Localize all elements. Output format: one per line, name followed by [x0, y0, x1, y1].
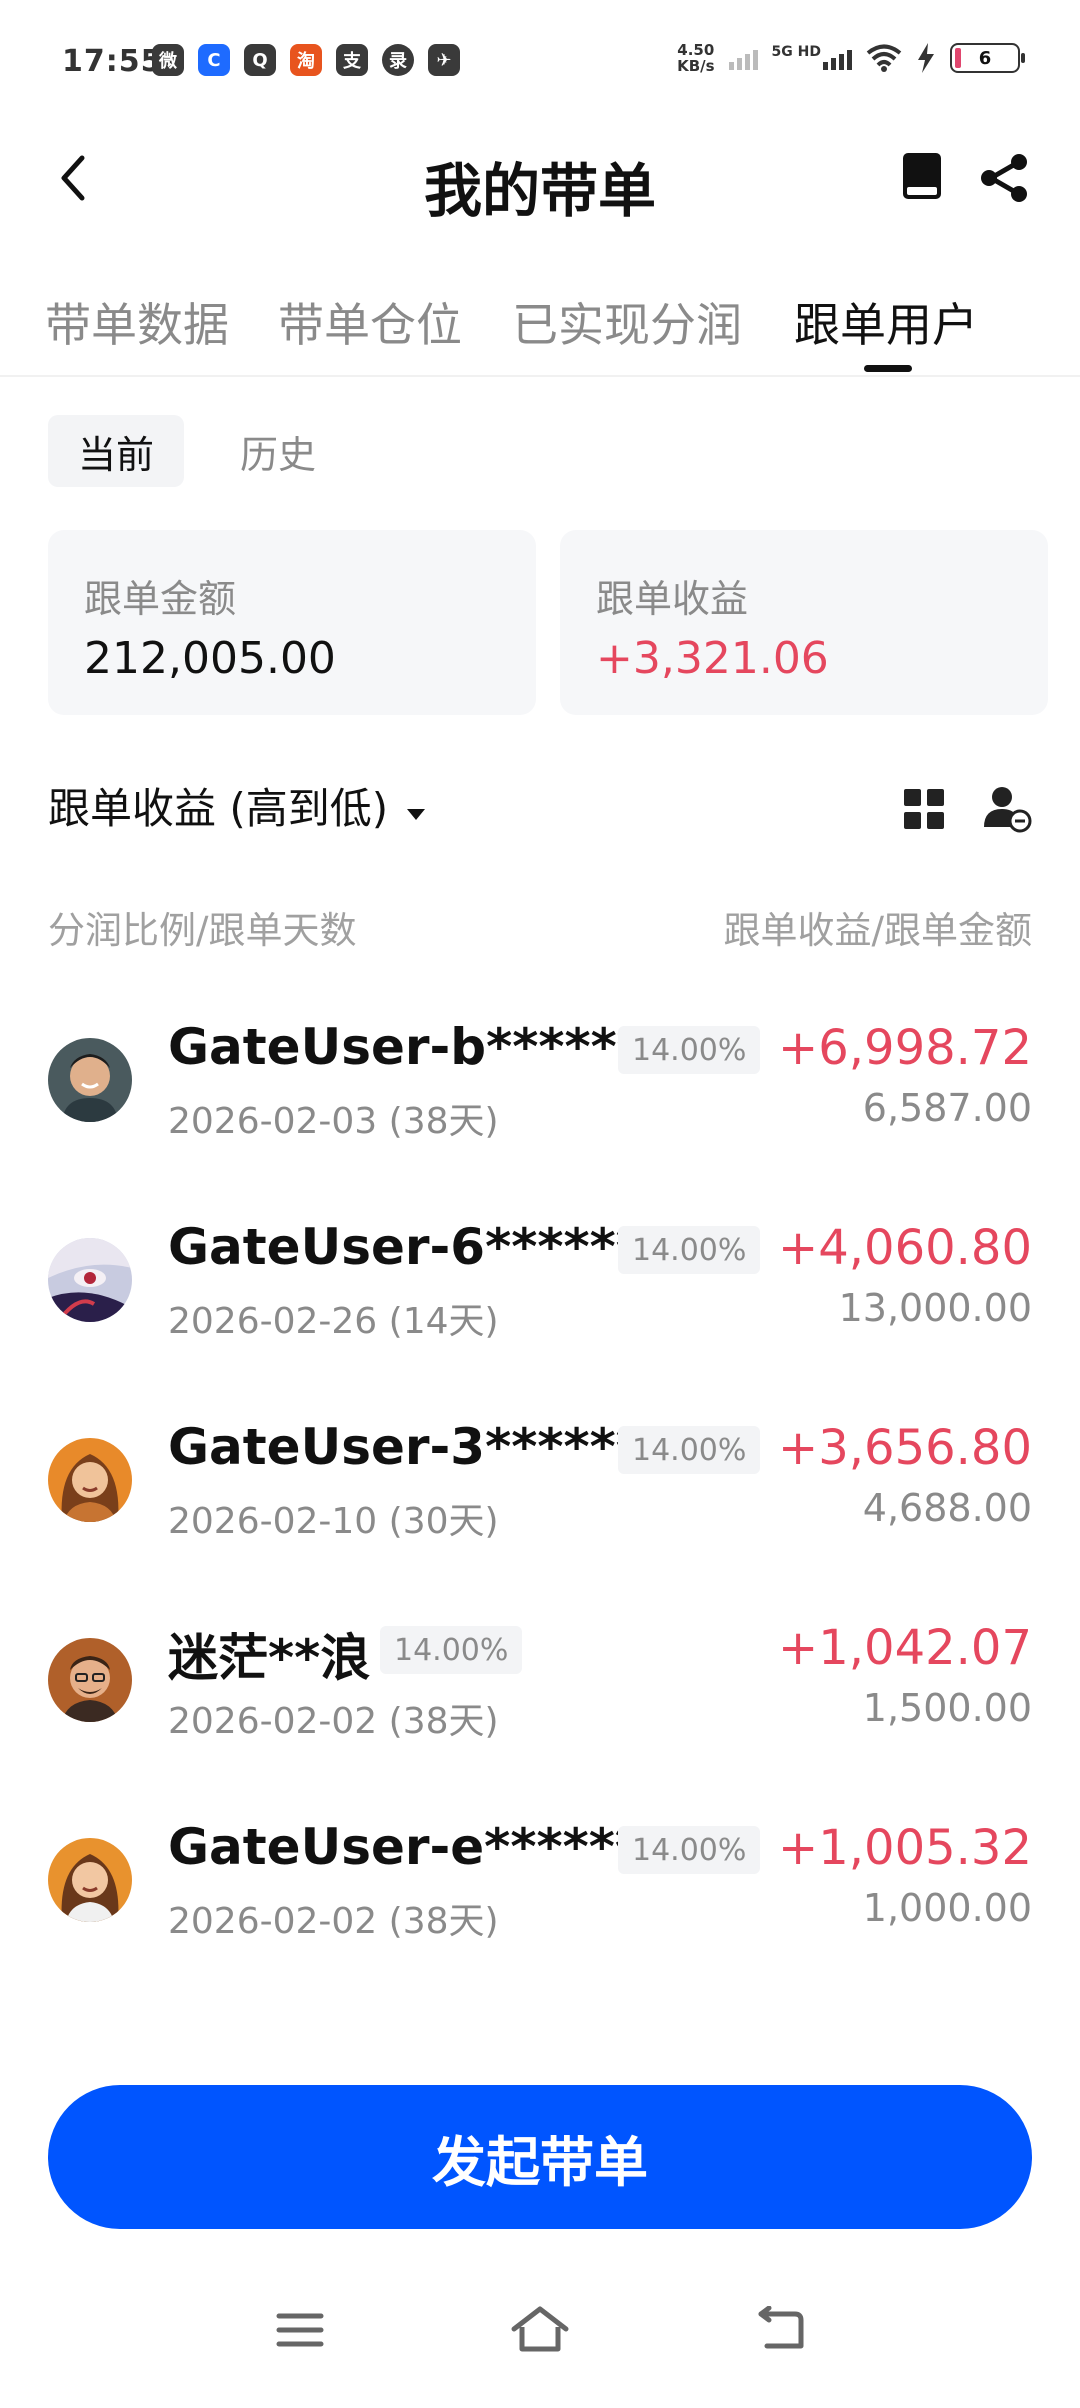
sort-label: 跟单收益 (高到低) [48, 784, 389, 833]
segment-current[interactable]: 当前 [48, 415, 185, 487]
guide-button[interactable] [894, 148, 950, 204]
profit-share-ratio-badge: 14.00% [618, 1026, 761, 1074]
follower-name: GateUser-6******e [168, 1218, 676, 1276]
sort-dropdown[interactable]: 跟单收益 (高到低) [48, 775, 426, 836]
charging-icon [918, 43, 934, 73]
follower-row[interactable]: GateUser-3******a 14.00% 2026-02-10 (30天… [0, 1410, 1080, 1610]
grid-view-button[interactable] [902, 787, 946, 831]
follower-name: GateUser-3******a [168, 1418, 676, 1476]
follow-date: 2026-02-03 (38天) [168, 1101, 499, 1142]
follow-profit-label: 跟单收益 [596, 577, 749, 621]
status-bar: 17:55 微 C Q 淘 支 录 ✈ 4.50 KB/s 5G HD 6 [0, 0, 1080, 120]
user-settings-button[interactable] [982, 783, 1032, 833]
tab-bar: 带单数据 带单仓位 已实现分润 跟单用户 [0, 275, 1080, 377]
avatar [48, 1438, 132, 1522]
battery-icon: 6 [950, 43, 1025, 73]
follow-date: 2026-02-02 (38天) [168, 1901, 499, 1942]
tab-leader-positions[interactable]: 带单仓位 [278, 289, 462, 355]
profit-share-ratio-badge: 14.00% [618, 1226, 761, 1274]
follower-profit: +4,060.80 [778, 1220, 1032, 1276]
menu-icon [276, 2313, 324, 2347]
taobao-icon: 淘 [290, 44, 322, 76]
current-history-toggle: 当前 历史 [48, 415, 346, 487]
follower-profit: +1,042.07 [778, 1620, 1032, 1676]
system-nav-bar [0, 2260, 1080, 2408]
menu-nav-button[interactable] [265, 2300, 335, 2360]
wifi-icon [866, 44, 902, 72]
app-c-icon: C [198, 44, 230, 76]
status-time: 17:55 [62, 44, 163, 79]
tab-leader-data[interactable]: 带单数据 [45, 289, 229, 355]
signal-5g: 5G HD [772, 44, 852, 70]
follower-profit: +6,998.72 [778, 1020, 1032, 1076]
follow-amount-label: 跟单金额 [84, 577, 237, 621]
follower-amount: 6,587.00 [862, 1086, 1032, 1130]
caret-down-icon [407, 809, 426, 820]
telegram-icon: ✈ [428, 44, 460, 76]
profit-share-ratio-badge: 14.00% [380, 1626, 523, 1674]
follow-date: 2026-02-02 (38天) [168, 1701, 499, 1742]
status-indicators: 4.50 KB/s 5G HD 6 [677, 41, 1025, 75]
tab-realized-profit-share[interactable]: 已实现分润 [512, 289, 742, 355]
follower-row[interactable]: 迷茫**浪 14.00% 2026-02-02 (38天) +1,042.07 … [0, 1610, 1080, 1810]
follower-amount: 13,000.00 [838, 1286, 1032, 1330]
tab-followers[interactable]: 跟单用户 [794, 289, 978, 355]
segment-history[interactable]: 历史 [210, 415, 346, 487]
sort-row: 跟单收益 (高到低) [48, 775, 1032, 845]
avatar [48, 1238, 132, 1322]
follower-row[interactable]: GateUser-e******9 14.00% 2026-02-02 (38天… [0, 1810, 1080, 2010]
back-nav-button[interactable] [745, 2300, 815, 2360]
follow-amount-card: 跟单金额 212,005.00 [48, 530, 536, 715]
profit-share-ratio-badge: 14.00% [618, 1826, 761, 1874]
follow-profit-value: +3,321.06 [596, 633, 829, 684]
profit-share-ratio-badge: 14.00% [618, 1426, 761, 1474]
record-icon: 录 [382, 44, 414, 76]
follower-amount: 4,688.00 [862, 1486, 1032, 1530]
active-tab-indicator [864, 365, 912, 372]
column-header-right: 跟单收益/跟单金额 [723, 909, 1032, 952]
follower-profit: +3,656.80 [778, 1420, 1032, 1476]
user-settings-icon [984, 787, 1032, 833]
book-icon [903, 153, 941, 199]
follow-profit-card: 跟单收益 +3,321.06 [560, 530, 1048, 715]
avatar [48, 1838, 132, 1922]
share-button[interactable] [974, 148, 1034, 208]
follower-name: GateUser-e******9 [168, 1818, 676, 1876]
signal-weak-icon [728, 46, 758, 70]
home-nav-button[interactable] [505, 2300, 575, 2360]
follow-date: 2026-02-26 (14天) [168, 1301, 499, 1342]
follow-date: 2026-02-10 (30天) [168, 1501, 499, 1542]
follower-row[interactable]: GateUser-6******e 14.00% 2026-02-26 (14天… [0, 1210, 1080, 1410]
start-lead-trading-button[interactable]: 发起带单 [48, 2085, 1032, 2229]
follower-amount: 1,000.00 [862, 1886, 1032, 1930]
follower-name: GateUser-b******c [168, 1018, 673, 1076]
alipay-icon: 支 [336, 44, 368, 76]
avatar [48, 1038, 132, 1122]
qq-icon: Q [244, 44, 276, 76]
back-arrow-icon [758, 2306, 804, 2349]
signal-strong-icon [823, 46, 852, 70]
follower-list: GateUser-b******c 14.00% 2026-02-03 (38天… [0, 1010, 1080, 2040]
follow-amount-value: 212,005.00 [84, 633, 336, 684]
share-icon [981, 154, 1027, 202]
net-speed: 4.50 KB/s [677, 41, 715, 75]
wechat-icon: 微 [152, 44, 184, 76]
follower-profit: +1,005.32 [778, 1820, 1032, 1876]
home-icon [511, 2306, 569, 2352]
column-header-left: 分润比例/跟单天数 [48, 909, 357, 952]
app-header: 我的带单 [0, 120, 1080, 235]
grid-icon [904, 789, 944, 829]
status-app-icons: 微 C Q 淘 支 录 ✈ [152, 44, 460, 76]
follower-amount: 1,500.00 [862, 1686, 1032, 1730]
follower-row[interactable]: GateUser-b******c 14.00% 2026-02-03 (38天… [0, 1010, 1080, 1210]
follower-name: 迷茫**浪 [168, 1629, 371, 1687]
avatar [48, 1638, 132, 1722]
